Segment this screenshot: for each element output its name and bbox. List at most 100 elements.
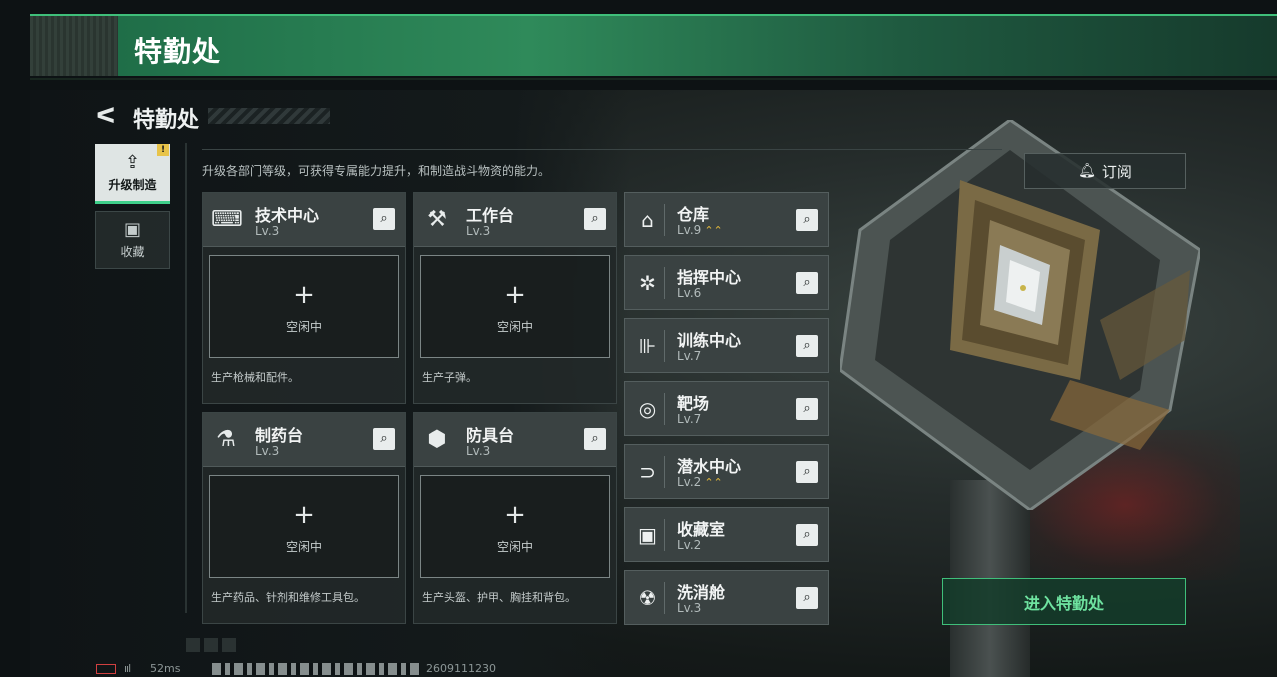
title-stripes (208, 108, 330, 124)
add-icon: + (293, 500, 315, 530)
dept-level: Lv.7 (677, 349, 702, 363)
diving-mask-icon: ⊃ (631, 456, 665, 488)
dept-name: 洗消舱 (677, 583, 726, 602)
ping-readout: 52ms (150, 662, 181, 675)
add-icon: + (293, 280, 315, 310)
banner-divider (30, 78, 1277, 80)
back-arrow-icon[interactable]: ᐸ (96, 104, 116, 129)
card-header[interactable]: ⚗ 制药台 Lv.3 ⌕ (203, 413, 405, 467)
tabs-separator (185, 143, 187, 613)
slot-status: 空闲中 (496, 320, 533, 334)
banner-title: 特勤处 (134, 35, 222, 68)
dept-level: Lv.2 ⌃⌃ (677, 475, 723, 489)
production-card-pharmacy: ⚗ 制药台 Lv.3 ⌕ + 空闲中 生产药品、针剂和维修工具包。 (202, 412, 406, 624)
tech-center-icon: ⌨ (211, 207, 243, 232)
subscribe-label: 订阅 (1101, 162, 1132, 181)
top-banner: 特勤处 (30, 14, 1277, 76)
dept-level: Lv.9 ⌃⌃ (677, 223, 723, 237)
search-icon[interactable]: ⌕ (796, 272, 818, 294)
dept-name: 训练中心 (677, 331, 742, 350)
search-icon[interactable]: ⌕ (796, 587, 818, 609)
dept-level: Lv.6 (677, 286, 702, 300)
dept-name: 指挥中心 (677, 268, 742, 287)
command-center-icon: ✲ (631, 267, 665, 299)
search-icon[interactable]: ⌕ (796, 398, 818, 420)
card-name: 制药台 (255, 426, 304, 445)
production-slot[interactable]: + 空闲中 (209, 475, 399, 578)
active-tab-indicator (95, 201, 170, 204)
dept-name: 靶场 (677, 394, 710, 413)
dept-warehouse[interactable]: ⌂ 仓库 Lv.9 ⌃⌃ ⌕ (624, 192, 829, 247)
dept-collection-room[interactable]: ▣ 收藏室 Lv.2 ⌕ (624, 507, 829, 562)
enter-label: 进入特勤处 (1023, 593, 1104, 613)
dept-name: 仓库 (677, 205, 710, 224)
search-icon[interactable]: ⌕ (373, 428, 395, 450)
card-name: 工作台 (466, 206, 515, 225)
uid-watermark (212, 663, 420, 675)
tab-label: 收藏 (120, 244, 145, 259)
bell-icon: 🔔︎ (1078, 163, 1096, 179)
card-header[interactable]: ⚒ 工作台 Lv.3 ⌕ (414, 193, 616, 247)
dept-command-center[interactable]: ✲ 指挥中心 Lv.6 ⌕ (624, 255, 829, 310)
dept-training-center[interactable]: ⊪ 训练中心 Lv.7 ⌕ (624, 318, 829, 373)
dept-level: Lv.2 (677, 538, 702, 552)
banner-pattern (30, 16, 118, 76)
production-slot[interactable]: + 空闲中 (420, 475, 610, 578)
slot-status: 空闲中 (285, 320, 322, 334)
production-slot[interactable]: + 空闲中 (420, 255, 610, 358)
signal-icon: ııl (124, 662, 131, 675)
card-level: Lv.3 (466, 224, 491, 238)
warehouse-icon: ⌂ (631, 204, 665, 236)
add-icon: + (504, 500, 526, 530)
target-icon: ◎ (631, 393, 665, 425)
subscribe-button[interactable]: 🔔︎ 订阅 (1024, 153, 1186, 189)
add-icon: + (504, 280, 526, 310)
search-icon[interactable]: ⌕ (796, 461, 818, 483)
decontamination-icon: ☢ (631, 582, 665, 614)
search-icon[interactable]: ⌕ (584, 428, 606, 450)
card-header[interactable]: ⬢ 防具台 Lv.3 ⌕ (414, 413, 616, 467)
collection-room-icon: ▣ (631, 519, 665, 551)
dept-diving-center[interactable]: ⊃ 潜水中心 Lv.2 ⌃⌃ ⌕ (624, 444, 829, 499)
search-icon[interactable]: ⌕ (373, 208, 395, 230)
upgrade-craft-icon: ⇪ (124, 151, 141, 173)
dept-name: 收藏室 (677, 520, 726, 539)
card-description: 生产药品、针剂和维修工具包。 (211, 591, 365, 604)
dept-name: 潜水中心 (677, 457, 742, 476)
description-divider (202, 149, 1002, 150)
production-slot[interactable]: + 空闲中 (209, 255, 399, 358)
search-icon[interactable]: ⌕ (796, 209, 818, 231)
level-text: Lv.9 (677, 223, 702, 237)
production-card-workbench: ⚒ 工作台 Lv.3 ⌕ + 空闲中 生产子弹。 (413, 192, 617, 404)
card-name: 技术中心 (255, 206, 320, 225)
upgrade-available-icon: ⌃⌃ (704, 224, 723, 237)
search-icon[interactable]: ⌕ (584, 208, 606, 230)
card-level: Lv.3 (255, 444, 280, 458)
enter-special-ops-button[interactable]: 进入特勤处 (942, 578, 1186, 625)
card-level: Lv.3 (255, 224, 280, 238)
quick-slot-squares (186, 638, 238, 652)
card-header[interactable]: ⌨ 技术中心 Lv.3 ⌕ (203, 193, 405, 247)
dept-level: Lv.3 (677, 601, 702, 615)
pharmacy-icon: ⚗ (216, 427, 236, 452)
notification-badge: ! (157, 144, 169, 156)
page-description: 升级各部门等级，可获得专属能力提升，和制造战斗物资的能力。 (202, 164, 551, 178)
build-id: 2609111230 (426, 662, 496, 675)
upgrade-available-icon: ⌃⌃ (704, 476, 723, 489)
level-text: Lv.2 (677, 475, 702, 489)
dept-decontamination[interactable]: ☢ 洗消舱 Lv.3 ⌕ (624, 570, 829, 625)
search-icon[interactable]: ⌕ (796, 524, 818, 546)
training-dumbbell-icon: ⊪ (631, 330, 665, 362)
battery-icon (96, 664, 116, 674)
slot-status: 空闲中 (285, 540, 322, 554)
game-screen: { "banner": { "title": "特勤处" }, "header"… (0, 0, 1277, 677)
tab-label: 升级制造 (108, 177, 157, 192)
dept-shooting-range[interactable]: ◎ 靶场 Lv.7 ⌕ (624, 381, 829, 436)
tab-collection[interactable]: ▣ 收藏 (95, 211, 170, 269)
card-description: 生产子弹。 (422, 371, 477, 384)
armor-bench-icon: ⬢ (427, 427, 447, 452)
card-description: 生产枪械和配件。 (211, 371, 299, 384)
search-icon[interactable]: ⌕ (796, 335, 818, 357)
page-title: 特勤处 (133, 108, 200, 133)
collection-icon: ▣ (123, 218, 141, 240)
